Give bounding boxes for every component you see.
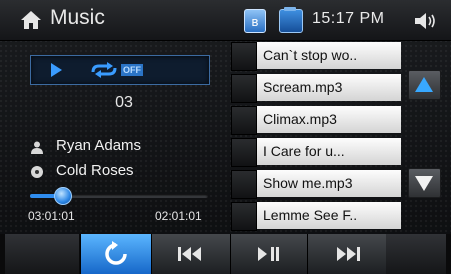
total-time: 02:01:01 bbox=[155, 209, 202, 223]
progress-knob[interactable] bbox=[54, 187, 73, 205]
track-number: 03 bbox=[115, 94, 133, 111]
repeat-icon bbox=[105, 241, 127, 265]
bluetooth-icon[interactable]: ʙ bbox=[244, 9, 266, 33]
music-player-screen: Music ʙ 15:17 PM OFF 03 Ryan Adams Cold … bbox=[0, 0, 451, 274]
list-item-label: Show me.mp3 bbox=[257, 170, 401, 197]
list-item[interactable]: Lemme See F.. bbox=[231, 202, 401, 231]
play-pause-icon bbox=[258, 247, 279, 261]
list-item[interactable]: Show me.mp3 bbox=[231, 170, 401, 199]
playback-controls bbox=[0, 234, 451, 274]
arrow-up-icon bbox=[415, 77, 433, 92]
list-item-label: Scream.mp3 bbox=[257, 74, 401, 101]
header-bar: Music ʙ 15:17 PM bbox=[0, 0, 451, 41]
previous-icon bbox=[178, 247, 201, 261]
list-item[interactable]: Can`t stop wo.. bbox=[231, 42, 401, 71]
list-item-marker bbox=[231, 202, 257, 231]
elapsed-time: 03:01:01 bbox=[28, 209, 75, 223]
list-item[interactable]: Climax.mp3 bbox=[231, 106, 401, 135]
play-pause-button[interactable] bbox=[230, 234, 308, 274]
progress-slider[interactable] bbox=[30, 187, 208, 205]
list-item-label: Lemme See F.. bbox=[257, 202, 401, 229]
playback-mode-box: OFF bbox=[30, 55, 210, 85]
previous-button[interactable] bbox=[151, 234, 231, 274]
scroll-up-button[interactable] bbox=[408, 70, 441, 100]
list-item-marker bbox=[231, 74, 257, 103]
play-state-icon bbox=[51, 63, 62, 77]
repeat-button[interactable] bbox=[80, 234, 152, 274]
clock: 15:17 PM bbox=[312, 10, 385, 27]
media-icon[interactable] bbox=[279, 7, 303, 33]
list-item-marker bbox=[231, 138, 257, 167]
album-name: Cold Roses bbox=[56, 162, 134, 179]
list-item-label: I Care for u... bbox=[257, 138, 401, 165]
next-button[interactable] bbox=[307, 234, 387, 274]
artist-name: Ryan Adams bbox=[56, 137, 142, 154]
list-item[interactable]: I Care for u... bbox=[231, 138, 401, 167]
control-bar-edge bbox=[5, 234, 79, 274]
list-item-marker bbox=[231, 170, 257, 199]
arrow-down-icon bbox=[415, 176, 433, 191]
bluetooth-symbol: ʙ bbox=[251, 13, 259, 29]
list-item-label: Climax.mp3 bbox=[257, 106, 401, 133]
list-item-marker bbox=[231, 106, 257, 135]
next-icon bbox=[337, 247, 360, 261]
artist-icon bbox=[31, 141, 43, 154]
list-item-label: Can`t stop wo.. bbox=[257, 42, 401, 69]
repeat-icon[interactable] bbox=[89, 62, 119, 78]
home-icon[interactable] bbox=[20, 10, 42, 30]
repeat-state-badge: OFF bbox=[121, 64, 143, 76]
control-bar-edge bbox=[386, 234, 446, 274]
volume-icon[interactable] bbox=[413, 11, 439, 31]
album-icon bbox=[31, 166, 43, 178]
scroll-down-button[interactable] bbox=[408, 168, 441, 198]
list-item-marker bbox=[231, 42, 257, 71]
page-title: Music bbox=[50, 6, 105, 29]
list-item[interactable]: Scream.mp3 bbox=[231, 74, 401, 103]
